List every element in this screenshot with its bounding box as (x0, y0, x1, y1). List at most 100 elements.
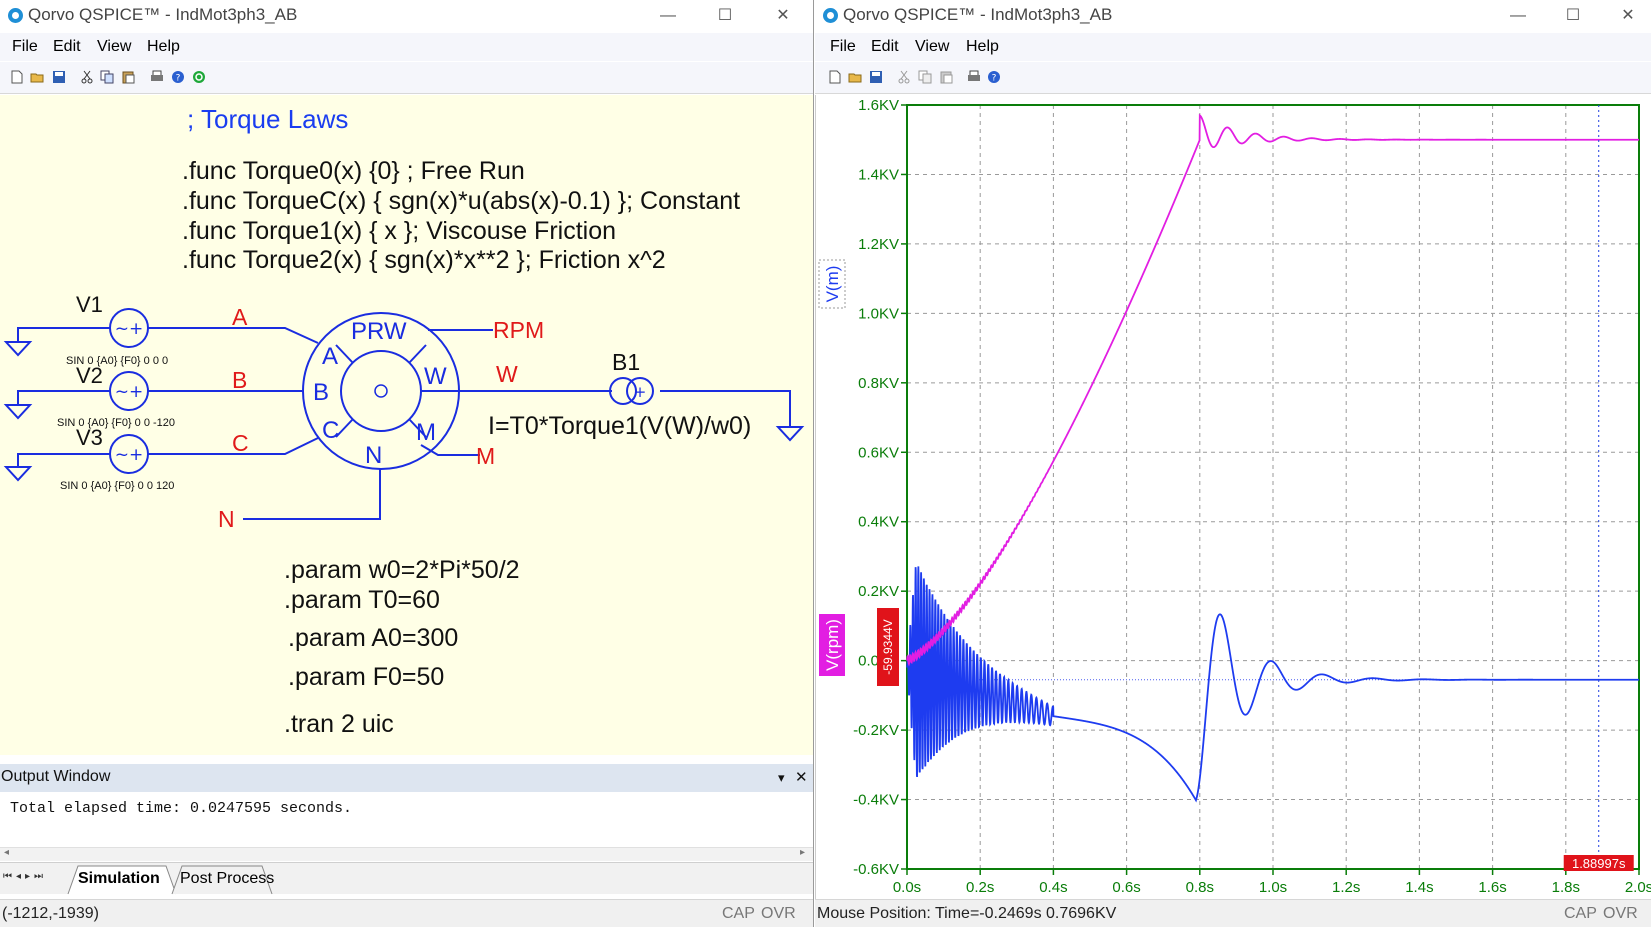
close-button[interactable]: ✕ (1605, 3, 1651, 29)
y-tick-label: 1.4KV (858, 166, 899, 183)
cursor-x-label: 1.88997s (1572, 856, 1626, 871)
y-tick-label: 0.2KV (858, 583, 899, 600)
menu-help[interactable]: Help (147, 38, 180, 56)
voltage-source-v2[interactable]: ~+ V2 SIN 0 {A0} {F0} 0 0 -120 (57, 363, 175, 429)
output-window-body[interactable]: Total elapsed time: 0.0247595 seconds. (0, 792, 813, 847)
x-tick-label: 0.0s (893, 879, 921, 896)
motor-pin-c: C (322, 417, 339, 444)
series-label-vrpm[interactable]: V(rpm) (823, 619, 842, 671)
open-folder-icon[interactable] (848, 70, 862, 84)
new-file-icon[interactable] (10, 70, 24, 84)
copy-icon[interactable] (918, 70, 932, 84)
menu-file[interactable]: File (12, 38, 38, 56)
maximize-button[interactable]: ☐ (1550, 3, 1596, 29)
func-torque1: .func Torque1(x) { x }; Viscouse Frictio… (182, 217, 616, 245)
paste-icon[interactable] (939, 70, 953, 84)
output-close-icon[interactable]: ✕ (795, 768, 808, 786)
menu-view[interactable]: View (97, 38, 131, 56)
tab-nav-arrows-icon[interactable]: ⏮◂▸⏭ (3, 871, 47, 882)
help-icon[interactable]: ? (987, 70, 1001, 84)
net-label-c: C (232, 430, 249, 456)
save-icon[interactable] (52, 70, 66, 84)
param-a0: .param A0=300 (288, 624, 458, 652)
print-icon[interactable] (967, 70, 981, 84)
menu-edit[interactable]: Edit (53, 38, 81, 56)
voltage-source-v3[interactable]: ~+ V3 SIN 0 {A0} {F0} 0 0 120 (60, 425, 174, 492)
right-titlebar[interactable]: Qorvo QSPICE™ - IndMot3ph3_AB — ☐ ✕ (815, 0, 1651, 31)
copy-icon[interactable] (100, 70, 114, 84)
y-tick-label: -0.4KV (853, 792, 899, 809)
net-label-w: W (496, 361, 518, 387)
param-w0: .param w0=2*Pi*50/2 (284, 556, 520, 584)
scroll-right-arrow-icon[interactable]: ▸ (800, 847, 805, 858)
output-window-header: Output Window ▾ ✕ (0, 764, 813, 792)
svg-text:+: + (634, 383, 647, 401)
waveform-plot-svg[interactable]: 0.0s 0.2s 0.4s 0.6s 0.8s 1.0s 1.2s 1.4s 1.6s 1.8s… (815, 95, 1651, 899)
minimize-button[interactable]: — (645, 3, 691, 29)
b1-expression: I=T0*Torque1(V(W)/w0) (488, 412, 751, 440)
param-t0: .param T0=60 (284, 586, 440, 614)
svg-text:?: ? (992, 74, 997, 84)
minimize-button[interactable]: — (1495, 3, 1541, 29)
x-tick-label: 2.0s (1625, 879, 1651, 896)
x-tick-label: 1.0s (1259, 879, 1287, 896)
cut-icon[interactable] (897, 70, 911, 84)
motor-pin-w: W (424, 363, 447, 390)
print-icon[interactable] (150, 70, 164, 84)
output-dropdown-icon[interactable]: ▾ (778, 770, 785, 786)
left-toolbar: ? (0, 62, 813, 94)
ovr-indicator: OVR (1603, 905, 1638, 922)
torque-laws-comment: ; Torque Laws (187, 104, 348, 134)
ovr-indicator: OVR (761, 905, 796, 922)
y-tick-label: 1.6KV (858, 97, 899, 114)
left-titlebar[interactable]: Qorvo QSPICE™ - IndMot3ph3_AB — ☐ ✕ (0, 0, 813, 31)
tab-simulation[interactable]: Simulation (70, 867, 168, 893)
cap-indicator: CAP (722, 905, 755, 922)
menu-file[interactable]: File (830, 38, 856, 56)
qspice-app-icon (8, 8, 23, 23)
menu-help[interactable]: Help (966, 38, 999, 56)
net-label-b: B (232, 367, 247, 393)
x-tick-label: 0.2s (966, 879, 994, 896)
mouse-position-readout: Mouse Position: Time=-0.2469s 0.7696KV (817, 905, 1117, 922)
new-file-icon[interactable] (828, 70, 842, 84)
voltage-source-v1[interactable]: ~+ V1 SIN 0 {A0} {F0} 0 0 0 (66, 292, 168, 367)
v1-label: V1 (76, 292, 103, 317)
x-tick-label: 1.2s (1332, 879, 1360, 896)
y-tick-label: 1.0KV (858, 305, 899, 322)
maximize-button[interactable]: ☐ (702, 3, 748, 29)
scroll-left-arrow-icon[interactable]: ◂ (4, 847, 9, 858)
svg-text:~+: ~+ (115, 319, 144, 339)
output-horizontal-scrollbar[interactable]: ◂ ▸ (0, 847, 813, 861)
save-icon[interactable] (869, 70, 883, 84)
tab-post-process[interactable]: Post Process (172, 867, 282, 893)
net-label-rpm: RPM (493, 317, 544, 343)
schematic-canvas[interactable]: ; Torque Laws .func Torque0(x) {0} ; Fre… (0, 95, 813, 755)
help-icon[interactable]: ? (171, 70, 185, 84)
y-tick-label: -0.6KV (853, 861, 899, 878)
right-statusbar: Mouse Position: Time=-0.2469s 0.7696KV C… (815, 899, 1651, 927)
menu-edit[interactable]: Edit (871, 38, 899, 56)
series-vrpm-line (906, 113, 1639, 667)
v2-spec: SIN 0 {A0} {F0} 0 0 -120 (57, 417, 175, 429)
y-tick-label: 0.4KV (858, 514, 899, 531)
waveform-plot[interactable]: 0.0s 0.2s 0.4s 0.6s 0.8s 1.0s 1.2s 1.4s 1.6s 1.8s… (815, 95, 1651, 899)
x-tick-label: 1.4s (1405, 879, 1433, 896)
motor-pin-a: A (322, 343, 338, 370)
series-label-vm[interactable]: V(m) (823, 266, 842, 303)
func-torque2: .func Torque2(x) { sgn(x)*x**2 }; Fricti… (182, 246, 666, 274)
open-folder-icon[interactable] (30, 70, 44, 84)
cursor-coords: (-1212,-1939) (2, 905, 99, 922)
v3-spec: SIN 0 {A0} {F0} 0 0 120 (60, 480, 174, 492)
run-simulation-icon[interactable] (192, 70, 206, 84)
paste-icon[interactable] (121, 70, 135, 84)
func-torquec: .func TorqueC(x) { sgn(x)*u(abs(x)-0.1) … (182, 187, 740, 215)
menu-view[interactable]: View (915, 38, 949, 56)
x-tick-label: 0.4s (1039, 879, 1067, 896)
close-button[interactable]: ✕ (760, 3, 806, 29)
func-torque0: .func Torque0(x) {0} ; Free Run (182, 157, 525, 185)
b1-label: B1 (612, 349, 640, 375)
cut-icon[interactable] (80, 70, 94, 84)
left-menubar: File Edit View Help (0, 33, 813, 61)
behavioral-source-b1[interactable]: + B1 I=T0*Torque1(V(W)/w0) (488, 349, 751, 440)
